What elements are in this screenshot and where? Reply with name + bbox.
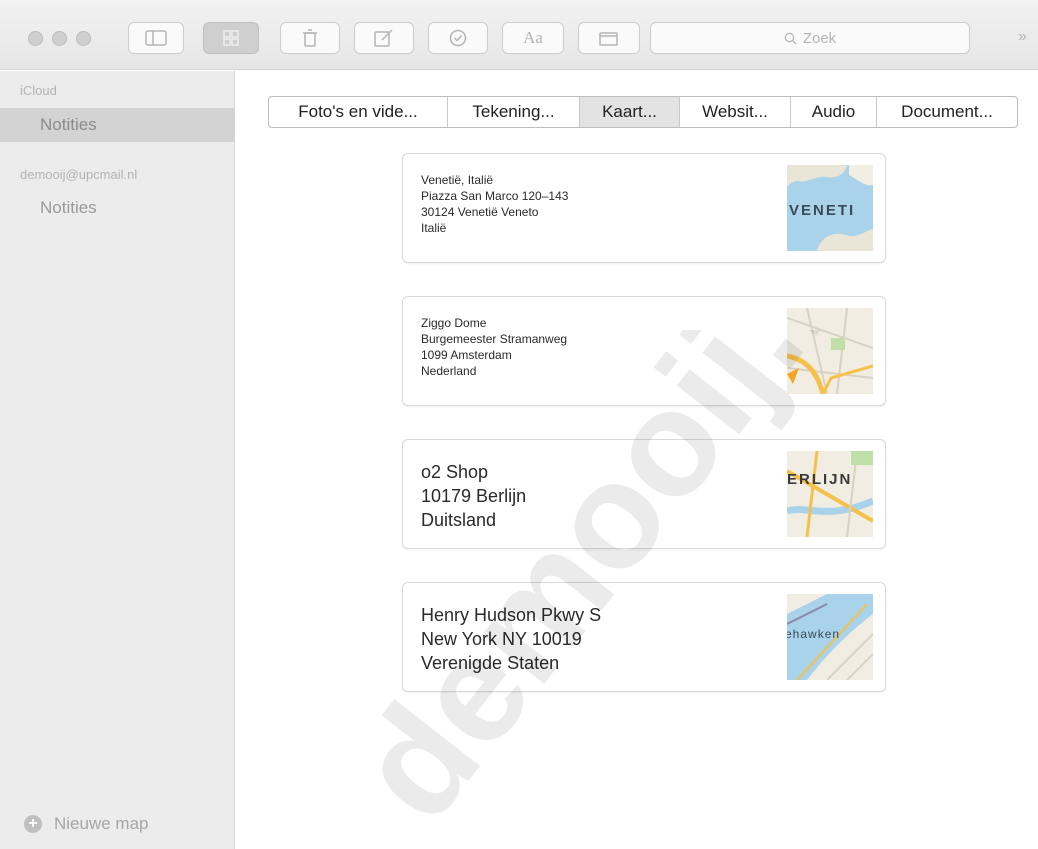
plus-circle-icon: + [24, 815, 42, 833]
gallery-view-button[interactable] [203, 22, 259, 54]
map-icon: VENETI [787, 165, 873, 251]
svg-text:ehawken: ehawken [787, 627, 840, 641]
sidebar-toggle-button[interactable] [128, 22, 184, 54]
attachment-icon [599, 32, 618, 46]
map-icon [787, 308, 873, 394]
delete-button[interactable] [280, 22, 340, 54]
sidebar: iCloud Notities demooij@upcmail.nl Notit… [0, 71, 235, 849]
zoom-window-button[interactable] [76, 31, 91, 46]
address-line: Henry Hudson Pkwy S [421, 605, 602, 625]
toolbar-overflow-button[interactable]: » [1018, 28, 1027, 46]
attachment-category-tabs: Foto's en vide... Tekening... Kaart... W… [268, 96, 1018, 128]
address-line: New York NY 10019 [421, 629, 582, 649]
address-line: 30124 Venetië Veneto [421, 205, 539, 219]
tab-audio[interactable]: Audio [791, 97, 877, 127]
folder-notities-icloud[interactable]: Notities [0, 108, 235, 142]
map-address: o2 Shop 10179 Berlijn Duitsland [421, 460, 526, 532]
address-line: 1099 Amsterdam [421, 348, 512, 362]
address-line: Verenigde Staten [421, 653, 560, 673]
minimize-window-button[interactable] [52, 31, 67, 46]
map-address: Henry Hudson Pkwy S New York NY 10019 Ve… [421, 603, 601, 675]
new-folder-label: Nieuwe map [54, 814, 149, 833]
address-line: Piazza San Marco 120–143 [421, 189, 569, 203]
toolbar: Aa Zoek » [0, 0, 1038, 70]
address-line: Ziggo Dome [421, 316, 487, 330]
checklist-icon [449, 29, 467, 47]
format-button[interactable]: Aa [502, 22, 564, 54]
address-line: Venetië, Italië [421, 173, 494, 187]
address-line: Duitsland [421, 510, 497, 530]
tab-documents[interactable]: Document... [877, 97, 1017, 127]
compose-icon [374, 29, 393, 47]
search-icon [784, 32, 797, 44]
map-thumbnail: VENETI [787, 165, 873, 251]
map-address: Ziggo Dome Burgemeester Stramanweg 1099 … [421, 315, 567, 379]
close-window-button[interactable] [28, 31, 43, 46]
font-format-icon: Aa [523, 28, 543, 47]
account-header-icloud: iCloud [20, 83, 57, 98]
map-thumbnail: ERLIJN [787, 451, 873, 537]
tab-drawings[interactable]: Tekening... [448, 97, 580, 127]
tab-photos-videos[interactable]: Foto's en vide... [269, 97, 448, 127]
map-address: Venetië, Italië Piazza San Marco 120–143… [421, 172, 568, 236]
svg-text:VENETI: VENETI [789, 202, 855, 219]
account-header-email: demooij@upcmail.nl [20, 167, 138, 182]
folder-notities-email[interactable]: Notities [0, 191, 235, 225]
trash-icon [303, 29, 317, 47]
attachments-browser-button[interactable] [578, 22, 640, 54]
map-icon: ERLIJN [787, 451, 873, 537]
address-line: Burgemeester Stramanweg [421, 332, 568, 346]
tab-websites[interactable]: Websit... [680, 97, 791, 127]
map-attachment-card[interactable]: Henry Hudson Pkwy S New York NY 10019 Ve… [402, 582, 886, 692]
address-line: o2 Shop [421, 462, 489, 482]
new-note-button[interactable] [354, 22, 414, 54]
sidebar-toggle-icon [145, 30, 167, 46]
svg-text:ERLIJN: ERLIJN [787, 471, 852, 488]
address-line: Nederland [421, 364, 477, 378]
map-thumbnail: ehawken [787, 594, 873, 680]
search-input[interactable]: Zoek [650, 22, 970, 54]
tab-maps[interactable]: Kaart... [580, 97, 680, 127]
address-line: 10179 Berlijn [421, 486, 527, 506]
gallery-icon [223, 30, 239, 46]
new-folder-button[interactable]: + Nieuwe map [24, 814, 149, 834]
address-line: Italië [421, 221, 447, 235]
checklist-button[interactable] [428, 22, 488, 54]
search-placeholder: Zoek [802, 29, 837, 47]
map-attachment-card[interactable]: o2 Shop 10179 Berlijn Duitsland ERLIJN [402, 439, 886, 549]
map-icon: ehawken [787, 594, 873, 680]
map-thumbnail [787, 308, 873, 394]
map-attachment-card[interactable]: Venetië, Italië Piazza San Marco 120–143… [402, 153, 886, 263]
map-attachment-card[interactable]: Ziggo Dome Burgemeester Stramanweg 1099 … [402, 296, 886, 406]
